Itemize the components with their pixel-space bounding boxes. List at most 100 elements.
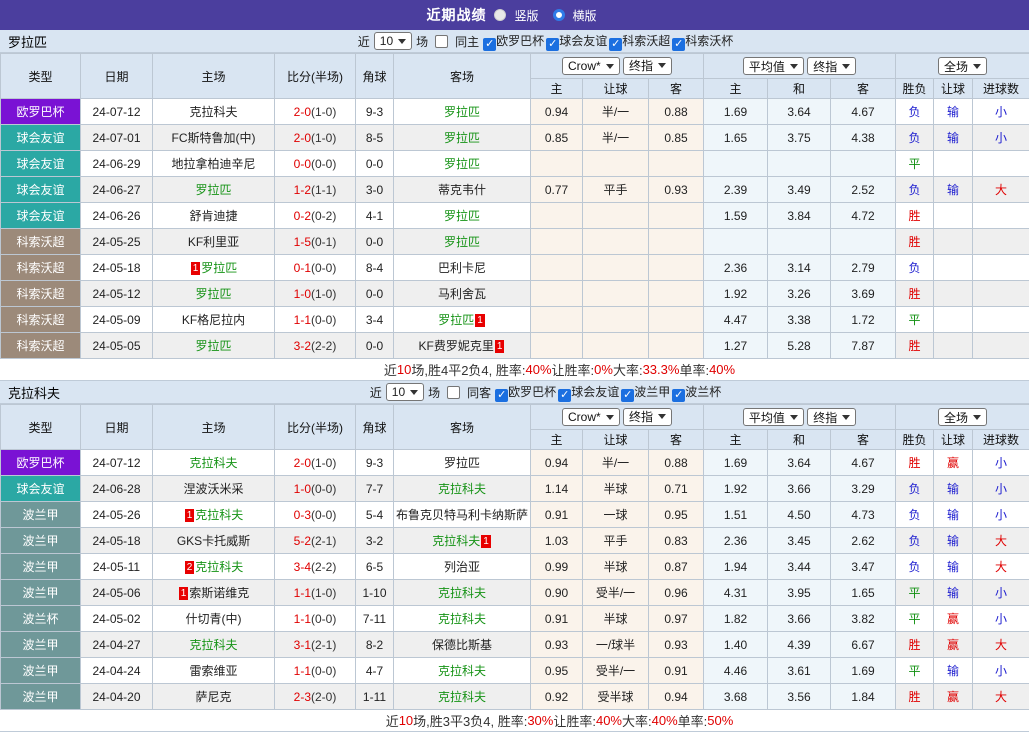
horizontal-layout-radio[interactable] [553,9,565,21]
home-cell: 涅波沃米采 [153,476,275,502]
match-count-value: 10 [392,385,405,399]
home-team-link[interactable]: KF格尼拉内 [182,313,245,327]
home-team-link[interactable]: 涅波沃米采 [183,482,243,496]
home-team-link[interactable]: 罗拉匹 [195,339,231,353]
home-team-link[interactable]: 罗拉匹 [201,261,237,275]
home-team-link[interactable]: 雷索维亚 [189,664,237,678]
league-checkbox-label[interactable]: 科索沃杯 [685,34,733,48]
match-count-select[interactable]: 10 [386,383,424,401]
home-team-link[interactable]: FC斯特鲁加(中) [172,131,256,145]
odds-company-select[interactable]: Crow* [562,408,620,426]
match-date: 24-05-02 [81,606,153,632]
same-venue-checkbox[interactable] [435,35,448,48]
league-checkbox-label[interactable]: 球会友谊 [559,34,607,48]
odds-home [531,333,583,359]
home-team-link[interactable]: 舒肯迪捷 [189,209,237,223]
home-team-link[interactable]: 索斯诺维克 [189,586,249,600]
away-team-link[interactable]: 克拉科夫 [438,690,486,704]
away-team-link[interactable]: 布鲁克贝特马利卡纳斯萨 [396,508,528,522]
away-team-link[interactable]: 罗拉匹 [444,157,480,171]
home-team-link[interactable]: GKS卡托威斯 [177,534,250,548]
odds-company-select[interactable]: Crow* [562,57,620,75]
odds-type-select[interactable]: 终指 [623,408,672,426]
away-team-link[interactable]: 克拉科夫 [438,664,486,678]
avg-draw [768,229,831,255]
same-venue-label[interactable]: 同客 [467,384,491,401]
away-team-link[interactable]: 罗拉匹 [444,131,480,145]
scope-select[interactable]: 全场 [938,57,987,75]
away-team-link[interactable]: 克拉科夫 [438,586,486,600]
home-team-link[interactable]: KF利里亚 [188,235,239,249]
league-checkbox[interactable]: ✓ [558,389,571,402]
away-team-link[interactable]: 罗拉匹 [444,456,480,470]
home-team-link[interactable]: 萨尼克 [195,690,231,704]
league-checkbox-label[interactable]: 欧罗巴杯 [508,385,556,399]
average-type-select[interactable]: 终指 [807,57,856,75]
average-select[interactable]: 平均值 [743,408,804,426]
avg-away [831,229,896,255]
away-team-link[interactable]: 巴利卡尼 [438,261,486,275]
league-checkbox[interactable]: ✓ [495,389,508,402]
home-team-link[interactable]: 克拉科夫 [195,508,243,522]
same-venue-checkbox[interactable] [447,386,460,399]
odds-handicap [583,255,649,281]
league-checkbox-label[interactable]: 球会友谊 [571,385,619,399]
away-team-link[interactable]: 克拉科夫 [438,482,486,496]
scope-select[interactable]: 全场 [938,408,987,426]
home-team-link[interactable]: 克拉科夫 [195,560,243,574]
away-team-link[interactable]: 马利舍瓦 [438,287,486,301]
league-checkbox-label[interactable]: 波兰杯 [685,385,721,399]
result-wdl: 胜 [896,203,934,229]
home-cell: 克拉科夫 [153,99,275,125]
home-cell: 罗拉匹 [153,177,275,203]
match-date: 24-06-28 [81,476,153,502]
home-team-link[interactable]: 罗拉匹 [195,183,231,197]
vertical-layout-label[interactable]: 竖版 [514,7,538,24]
league-checkbox-label[interactable]: 波兰甲 [634,385,670,399]
odds-handicap [583,333,649,359]
away-team-link[interactable]: KF费罗妮克里 [419,339,494,353]
vertical-layout-radio[interactable] [494,9,506,21]
fulltime-score: 1-0 [294,482,311,496]
home-team-link[interactable]: 罗拉匹 [195,287,231,301]
home-team-link[interactable]: 地拉拿柏迪辛尼 [171,157,255,171]
odds-away [649,151,704,177]
league-checkbox-label[interactable]: 欧罗巴杯 [496,34,544,48]
result-wdl: 胜 [896,281,934,307]
same-venue-label[interactable]: 同主 [455,33,479,50]
away-team-link[interactable]: 罗拉匹 [444,209,480,223]
record-summary: 近10场,胜3平3负4, 胜率:30% 让胜率:40% 大率:40% 单率:50… [0,710,1029,732]
away-team-link[interactable]: 蒂克韦什 [438,183,486,197]
match-count-select[interactable]: 10 [374,32,412,50]
away-team-link[interactable]: 克拉科夫 [438,612,486,626]
away-team-link[interactable]: 罗拉匹 [444,105,480,119]
subcol-avg-away: 客 [831,430,896,450]
home-team-link[interactable]: 克拉科夫 [189,638,237,652]
odds-handicap: 受半球 [583,684,649,710]
league-checkbox[interactable]: ✓ [621,389,634,402]
average-select[interactable]: 平均值 [743,57,804,75]
away-team-link[interactable]: 列治亚 [444,560,480,574]
average-type-select[interactable]: 终指 [807,408,856,426]
odds-type-select[interactable]: 终指 [623,57,672,75]
away-team-link[interactable]: 保德比斯基 [432,638,492,652]
league-filter-3: ✓科索沃杯 [672,32,733,51]
odds-away [649,307,704,333]
avg-away: 4.72 [831,203,896,229]
league-checkbox[interactable]: ✓ [672,38,685,51]
summary-segment: 场,胜4平2负4, 胜率: [411,360,525,379]
horizontal-layout-label[interactable]: 横版 [573,7,597,24]
away-team-link[interactable]: 罗拉匹 [438,313,474,327]
home-team-link[interactable]: 克拉科夫 [189,105,237,119]
home-team-link[interactable]: 克拉科夫 [189,456,237,470]
away-team-link[interactable]: 克拉科夫 [432,534,480,548]
league-checkbox[interactable]: ✓ [483,38,496,51]
home-team-link[interactable]: 什切青(中) [186,612,242,626]
away-team-link[interactable]: 罗拉匹 [444,235,480,249]
league-checkbox-label[interactable]: 科索沃超 [622,34,670,48]
league-checkbox[interactable]: ✓ [546,38,559,51]
away-cell: 克拉科夫1 [394,528,531,554]
league-badge: 欧罗巴杯 [1,450,81,476]
league-checkbox[interactable]: ✓ [609,38,622,51]
league-checkbox[interactable]: ✓ [672,389,685,402]
